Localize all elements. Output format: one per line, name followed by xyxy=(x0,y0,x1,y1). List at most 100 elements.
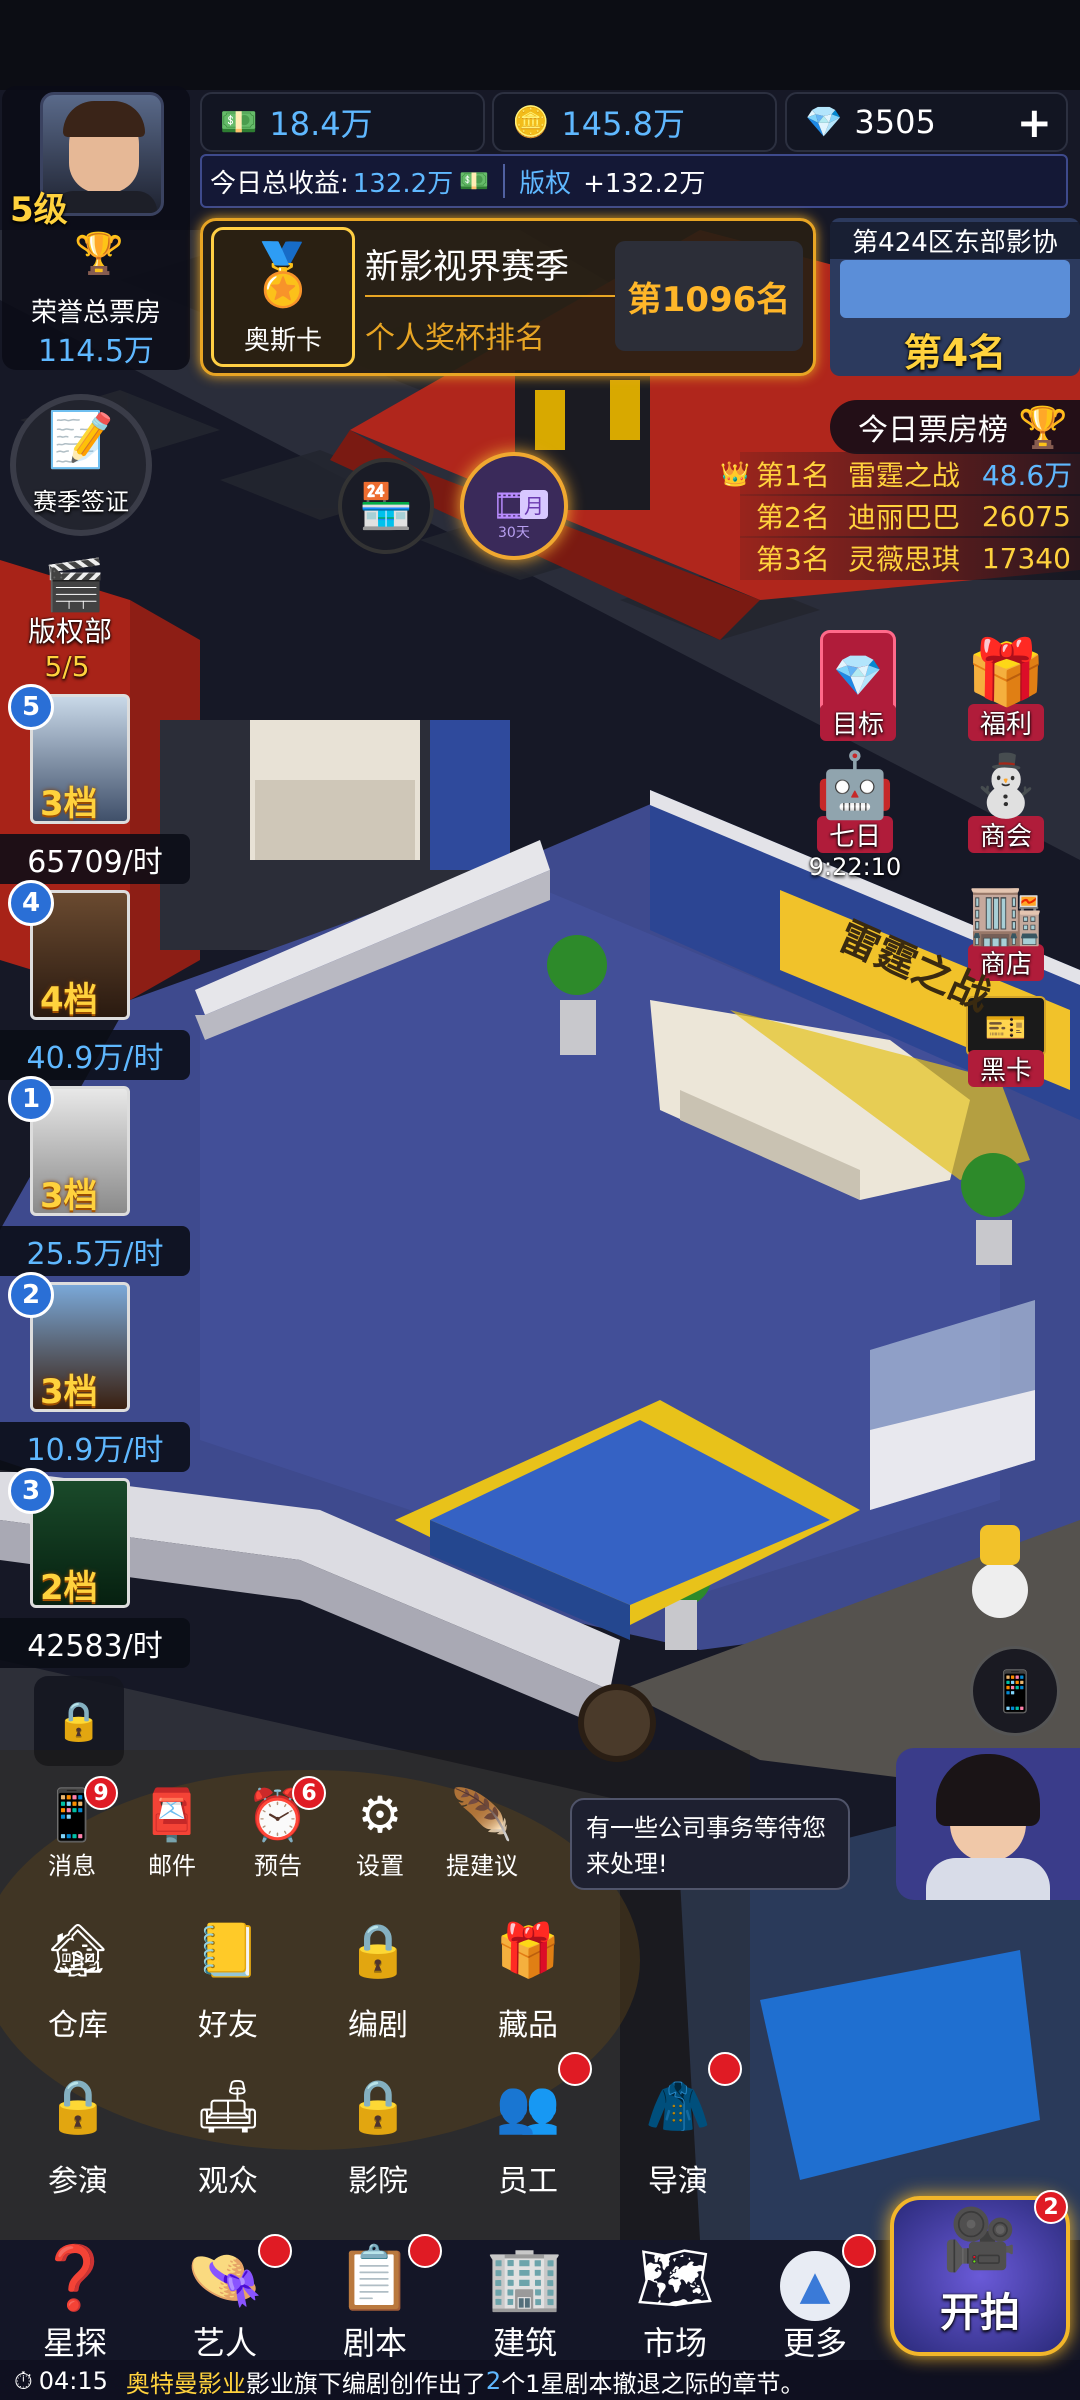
boxoffice-title: 今日票房榜 xyxy=(858,413,1008,448)
movie-badge: 1 xyxy=(8,1076,54,1122)
assistant-avatar[interactable] xyxy=(896,1748,1080,1900)
friends-label: 好友 xyxy=(198,2008,258,2043)
movie-rate: 10.9万/时 xyxy=(0,1422,190,1472)
oscar-card[interactable]: 🏅 奥斯卡 xyxy=(211,227,355,367)
region-rank: 第4名 xyxy=(903,331,1007,375)
movie-tier: 3档 xyxy=(40,784,98,824)
rank-number: 第3名 xyxy=(756,543,830,576)
warehouse-button[interactable]: 🏚 仓库 xyxy=(8,1908,148,2044)
season-sign-label: 赛季签证 xyxy=(33,488,129,516)
movie-slot-4[interactable]: 2 3档 10.9万/时 xyxy=(0,1272,196,1472)
nav-building-label: 建筑 xyxy=(492,2324,557,2362)
season-rank-box: 第1096名 xyxy=(615,241,803,351)
nav-script[interactable]: 📋 剧本 xyxy=(310,2234,442,2364)
movie-slot-1[interactable]: 5 3档 65709/时 xyxy=(0,684,196,884)
goal-button[interactable]: 💎 目标 xyxy=(808,630,908,741)
seven-day-button[interactable]: 🤖 七日 9:22:10 xyxy=(790,744,920,881)
movie-slot-2[interactable]: 4 4档 40.9万/时 xyxy=(0,880,196,1080)
warehouse-icon: 🏚 xyxy=(44,1921,111,1981)
black-card-label: 黑卡 xyxy=(968,1050,1044,1087)
audience-button[interactable]: 🛋 观众 xyxy=(158,2064,298,2200)
ticker-time: 04:15 xyxy=(38,2367,108,2395)
boxoffice-row-2[interactable]: 第2名 迪丽巴巴 26075 xyxy=(740,494,1080,538)
ticker-text-2: 个1星剧本撤退之际的章节。 xyxy=(501,2369,805,2398)
staff-button[interactable]: 👥 员工 xyxy=(458,2052,598,2200)
cast-label: 参演 xyxy=(48,2164,108,2199)
director-label: 导演 xyxy=(648,2164,708,2199)
nav-more-alert-dot xyxy=(842,2234,876,2268)
nav-script-alert-dot xyxy=(408,2234,442,2268)
nav-building[interactable]: 🏢 建筑 xyxy=(460,2238,590,2364)
gold-counter[interactable]: 🪙 145.8万 xyxy=(492,92,777,152)
player-panel[interactable]: 5级 🏆 荣誉总票房 114.5万 xyxy=(2,86,190,370)
nav-scout[interactable]: ❓ 星探 xyxy=(10,2238,140,2364)
mail-label: 邮件 xyxy=(148,1852,196,1880)
seven-day-timer: 9:22:10 xyxy=(808,853,902,881)
divider xyxy=(503,164,506,198)
shop-building-button[interactable]: 🏪 xyxy=(338,458,434,554)
cast-button[interactable]: 🔒 参演 xyxy=(8,2064,148,2200)
diamond-value: 3505 xyxy=(854,103,936,141)
collection-button[interactable]: 🎁 藏品 xyxy=(458,1908,598,2044)
add-diamond-button[interactable]: + xyxy=(1017,98,1052,147)
honor-label: 荣誉总票房 xyxy=(30,298,161,328)
staff-alert-dot xyxy=(558,2052,592,2086)
movie-tier: 3档 xyxy=(40,1176,98,1216)
movie-slot-5[interactable]: 3 2档 42583/时 xyxy=(0,1468,196,1668)
cash-icon: 💵 xyxy=(220,104,258,140)
gift-box-icon: 🎁 xyxy=(495,1921,561,1981)
nav-artist-alert-dot xyxy=(258,2234,292,2268)
shoot-button[interactable]: 🎥 开拍 2 xyxy=(890,2190,1070,2356)
map-pin-icon: 🗺 xyxy=(635,2241,715,2314)
trophy-icon: 🏆 xyxy=(1018,404,1068,451)
copyright-dept-button[interactable]: 🎬 版权部 5/5 xyxy=(20,560,130,683)
news-ticker: ⏱ 04:15 奥特曼影业 影业旗下编剧创作出了 2 个1星剧本撤退之际的章节。 xyxy=(0,2362,1080,2400)
honor-value: 114.5万 xyxy=(38,334,154,369)
region-panel[interactable]: 第424区东部影协 第4名 xyxy=(830,218,1080,376)
lock-icon: 🔒 xyxy=(55,1699,103,1743)
cinema-button[interactable]: 🔒 影院 xyxy=(308,2064,448,2200)
mail-button[interactable]: 📮 邮件 xyxy=(112,1784,232,1881)
movie-tier: 3档 xyxy=(40,1372,98,1412)
monthly-card-button[interactable]: 🎞 月 30天 xyxy=(460,452,568,560)
season-sign-button[interactable]: 📝 赛季签证 xyxy=(10,394,152,536)
movie-slot-3[interactable]: 1 3档 25.5万/时 xyxy=(0,1076,196,1276)
region-name: 第424区东部影协 xyxy=(830,222,1080,259)
film-reel-icon xyxy=(578,1684,656,1762)
collection-label: 藏品 xyxy=(498,2008,558,2043)
movie-name: 雷霆之战 xyxy=(847,459,960,492)
shoot-badge: 2 xyxy=(1034,2190,1068,2224)
nav-artist[interactable]: 👒 艺人 xyxy=(160,2234,292,2364)
box-value: 48.6万 xyxy=(981,459,1073,492)
movie-name: 灵薇思琪 xyxy=(847,543,960,576)
movie-tier: 4档 xyxy=(40,980,98,1020)
nav-more[interactable]: ▲ 更多 xyxy=(750,2234,880,2364)
movie-badge: 3 xyxy=(8,1468,54,1514)
welfare-button[interactable]: 🎁 福利 xyxy=(956,630,1056,741)
movie-rate: 65709/时 xyxy=(0,834,190,884)
boxoffice-row-1[interactable]: 👑 第1名 雷霆之战 48.6万 xyxy=(720,452,1080,496)
earnings-bar: 今日总收益: 132.2万 💵 版权 +132.2万 xyxy=(200,154,1068,208)
box-value: 17340 xyxy=(981,541,1071,575)
staff-label: 员工 xyxy=(498,2164,558,2199)
diamond-counter[interactable]: 💎 3505 + xyxy=(785,92,1068,152)
nav-artist-label: 艺人 xyxy=(192,2324,257,2362)
nav-market-label: 市场 xyxy=(642,2324,707,2362)
boxoffice-header[interactable]: 今日票房榜 🏆 xyxy=(830,400,1080,454)
assistant-speech-bubble[interactable]: 有一些公司事务等待您来处理! xyxy=(570,1798,850,1890)
director-icon: 🧥 xyxy=(645,2077,711,2137)
staff-icon: 👥 xyxy=(495,2077,561,2137)
chamber-button[interactable]: ⛄ 商会 xyxy=(956,744,1056,853)
suggest-button[interactable]: 🪶 提建议 xyxy=(422,1784,542,1881)
cash-counter[interactable]: 💵 18.4万 xyxy=(200,92,485,152)
season-panel[interactable]: 🏅 奥斯卡 新影视界赛季 个人奖杯排名 第1096名 xyxy=(200,218,816,376)
armchair-icon: 🛋 xyxy=(194,2077,261,2137)
nav-market[interactable]: 🗺 市场 xyxy=(610,2238,740,2364)
phone-button[interactable]: 📱 xyxy=(970,1646,1060,1736)
screenwriter-button[interactable]: 🔒 编剧 xyxy=(308,1908,448,2044)
director-button[interactable]: 🧥 导演 xyxy=(608,2052,748,2200)
boxoffice-row-3[interactable]: 第3名 灵薇思琪 17340 xyxy=(740,536,1080,580)
medal-icon: 🏅 xyxy=(245,240,321,310)
friends-button[interactable]: 📒 好友 xyxy=(158,1908,298,2044)
locked-screenwriter-icon: 🔒 xyxy=(345,1921,411,1981)
